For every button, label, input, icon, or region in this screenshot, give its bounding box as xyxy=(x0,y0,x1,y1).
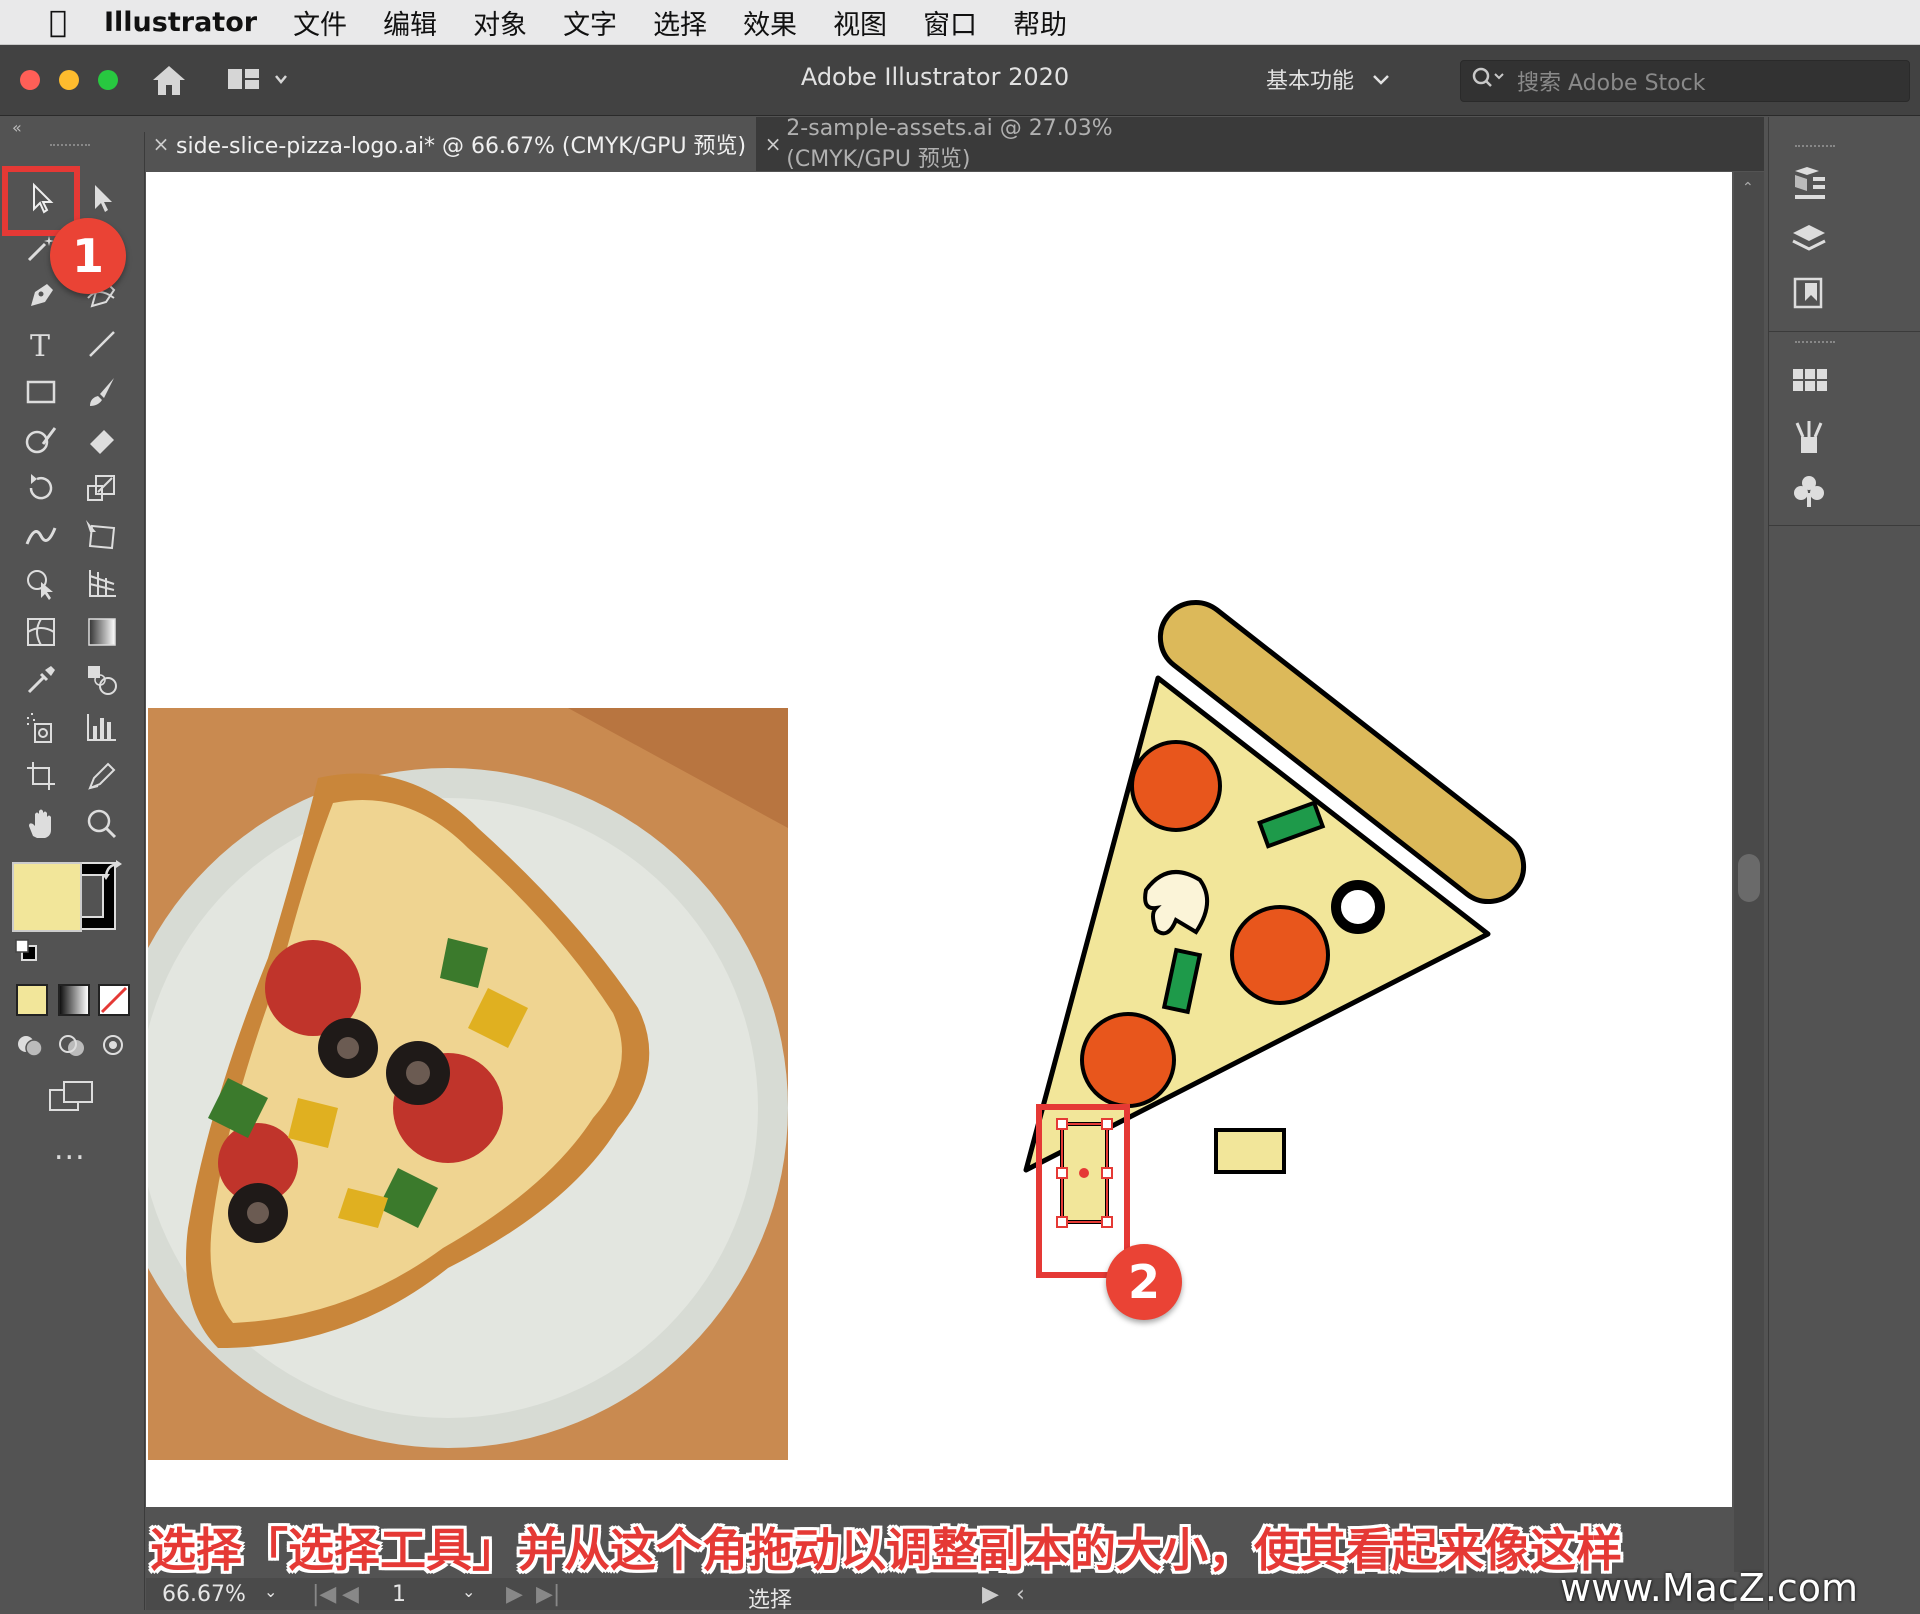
direct-selection-tool-icon[interactable] xyxy=(80,178,124,218)
symbol-sprayer-tool-icon[interactable] xyxy=(19,708,63,748)
draw-inside-icon[interactable] xyxy=(98,1030,128,1064)
menu-object[interactable]: 对象 xyxy=(473,3,527,42)
pen-tool-icon[interactable] xyxy=(19,276,63,316)
close-icon[interactable]: × xyxy=(760,132,786,156)
mesh-tool-icon[interactable] xyxy=(19,612,63,652)
artboard[interactable] xyxy=(146,172,1732,1507)
brushes-panel-icon[interactable] xyxy=(1789,417,1829,457)
status-menu-icon[interactable]: ▶ xyxy=(982,1582,999,1607)
next-artboard-icon[interactable]: ▶ xyxy=(506,1582,523,1607)
pizza-logo-artwork[interactable] xyxy=(146,172,1732,1507)
artboard-number[interactable]: 1 xyxy=(392,1582,406,1607)
tools-panel: T ... xyxy=(0,132,145,1610)
menu-edit[interactable]: 编辑 xyxy=(383,3,437,42)
menu-view[interactable]: 视图 xyxy=(833,3,887,42)
highlight-selected-rectangle xyxy=(1036,1104,1130,1278)
zoom-level[interactable]: 66.67% xyxy=(162,1582,246,1607)
previous-artboard-icon[interactable]: ◀ xyxy=(342,1582,359,1607)
tab-side-slice-pizza-logo[interactable]: × side-slice-pizza-logo.ai* @ 66.67% (CM… xyxy=(146,117,756,171)
scroll-left-icon[interactable]: ‹ xyxy=(1016,1582,1025,1607)
tutorial-caption: 选择「选择工具」并从这个角拖动以调整副本的大小，使其看起来像这样 xyxy=(150,1523,1622,1577)
layers-panel-icon[interactable] xyxy=(1789,219,1829,259)
edit-toolbar-more[interactable]: ... xyxy=(54,1132,86,1167)
first-artboard-icon[interactable]: |◀ xyxy=(312,1582,336,1607)
workspace-label: 基本功能 xyxy=(1266,69,1355,94)
properties-panel-icon[interactable] xyxy=(1789,163,1829,203)
svg-text:T: T xyxy=(30,329,50,362)
current-tool-label: 选择 xyxy=(748,1588,793,1613)
app-menu[interactable]: Illustrator xyxy=(104,7,257,38)
free-transform-tool-icon[interactable] xyxy=(80,516,124,556)
gradient-mode-button[interactable] xyxy=(58,984,90,1016)
search-placeholder: 搜索 Adobe Stock xyxy=(1517,71,1706,96)
panel-grip[interactable] xyxy=(1795,145,1835,147)
type-tool-icon[interactable]: T xyxy=(19,324,63,364)
menu-bar:  Illustrator 文件 编辑 对象 文字 选择 效果 视图 窗口 帮助 xyxy=(0,0,1920,45)
column-graph-tool-icon[interactable] xyxy=(80,708,124,748)
apple-icon[interactable]:  xyxy=(38,5,78,40)
scale-tool-icon[interactable] xyxy=(80,468,124,508)
search-icon xyxy=(1461,66,1517,96)
artboard-tool-icon[interactable] xyxy=(19,756,63,796)
perspective-grid-tool-icon[interactable] xyxy=(80,564,124,604)
menu-type[interactable]: 文字 xyxy=(563,3,617,42)
panel-grip[interactable] xyxy=(1795,341,1835,343)
slice-tool-icon[interactable] xyxy=(80,756,124,796)
menu-effect[interactable]: 效果 xyxy=(743,3,797,42)
step-badge-2: 2 xyxy=(1106,1244,1182,1320)
shape-builder-tool-icon[interactable] xyxy=(19,564,63,604)
rectangle-tool-icon[interactable] xyxy=(19,372,63,412)
hand-tool-icon[interactable] xyxy=(19,804,63,844)
paintbrush-tool-icon[interactable] xyxy=(80,372,124,412)
chevron-down-icon[interactable]: ⌄ xyxy=(462,1582,475,1601)
default-fill-stroke-icon[interactable] xyxy=(14,938,38,966)
symbols-panel-icon[interactable] xyxy=(1789,471,1829,511)
scroll-thumb[interactable] xyxy=(1738,854,1760,902)
menu-window[interactable]: 窗口 xyxy=(923,3,977,42)
width-tool-icon[interactable] xyxy=(19,516,63,556)
gradient-tool-icon[interactable] xyxy=(80,612,124,652)
right-panel-dock xyxy=(1768,117,1920,1610)
zoom-tool-icon[interactable] xyxy=(80,804,124,844)
fill-swatch[interactable] xyxy=(12,862,82,932)
line-segment-tool-icon[interactable] xyxy=(80,324,124,364)
step-badge-1: 1 xyxy=(50,218,126,294)
chevron-down-icon xyxy=(1372,67,1390,92)
menu-select[interactable]: 选择 xyxy=(653,3,707,42)
rotate-tool-icon[interactable] xyxy=(19,468,63,508)
canvas[interactable] xyxy=(146,172,1734,1512)
chevron-down-icon[interactable]: ⌄ xyxy=(264,1582,277,1601)
workspace-switcher[interactable]: 基本功能 xyxy=(1266,63,1390,95)
libraries-panel-icon[interactable] xyxy=(1789,273,1829,313)
scroll-up-icon[interactable]: ⌃ xyxy=(1742,180,1754,196)
tab-label: side-slice-pizza-logo.ai* @ 66.67% (CMYK… xyxy=(176,134,747,159)
screen-mode-icon[interactable] xyxy=(48,1078,94,1118)
menu-help[interactable]: 帮助 xyxy=(1013,3,1067,42)
close-icon[interactable]: × xyxy=(146,132,176,156)
none-mode-button[interactable] xyxy=(98,984,130,1016)
tab-label: 2-sample-assets.ai @ 27.03% (CMYK/GPU 预览… xyxy=(786,115,1113,172)
status-bar: 66.67% ⌄ |◀ ◀ 1 ⌄ ▶ ▶| 选择 ▶ ‹ xyxy=(146,1578,1734,1613)
eyedropper-tool-icon[interactable] xyxy=(19,660,63,700)
swatches-panel-icon[interactable] xyxy=(1789,361,1829,401)
draw-behind-icon[interactable] xyxy=(56,1030,90,1064)
menu-file[interactable]: 文件 xyxy=(293,3,347,42)
eraser-tool-icon[interactable] xyxy=(80,420,124,460)
stock-search-field[interactable]: 搜索 Adobe Stock xyxy=(1460,60,1910,102)
color-mode-button[interactable] xyxy=(16,984,48,1016)
panel-grip[interactable] xyxy=(50,144,90,150)
app-bar: Adobe Illustrator 2020 基本功能 搜索 Adobe Sto… xyxy=(0,45,1920,116)
shaper-tool-icon[interactable] xyxy=(19,420,63,460)
tab-2-sample-assets[interactable]: × 2-sample-assets.ai @ 27.03% (CMYK/GPU … xyxy=(760,115,1240,172)
document-tab-bar: × side-slice-pizza-logo.ai* @ 66.67% (CM… xyxy=(146,115,1764,172)
last-artboard-icon[interactable]: ▶| xyxy=(536,1582,560,1607)
blend-tool-icon[interactable] xyxy=(80,660,124,700)
swap-fill-stroke-icon[interactable] xyxy=(100,858,126,888)
draw-normal-icon[interactable] xyxy=(14,1030,48,1064)
watermark: www.MacZ.com xyxy=(1560,1566,1859,1610)
vertical-scrollbar[interactable]: ⌃ xyxy=(1734,172,1764,1572)
